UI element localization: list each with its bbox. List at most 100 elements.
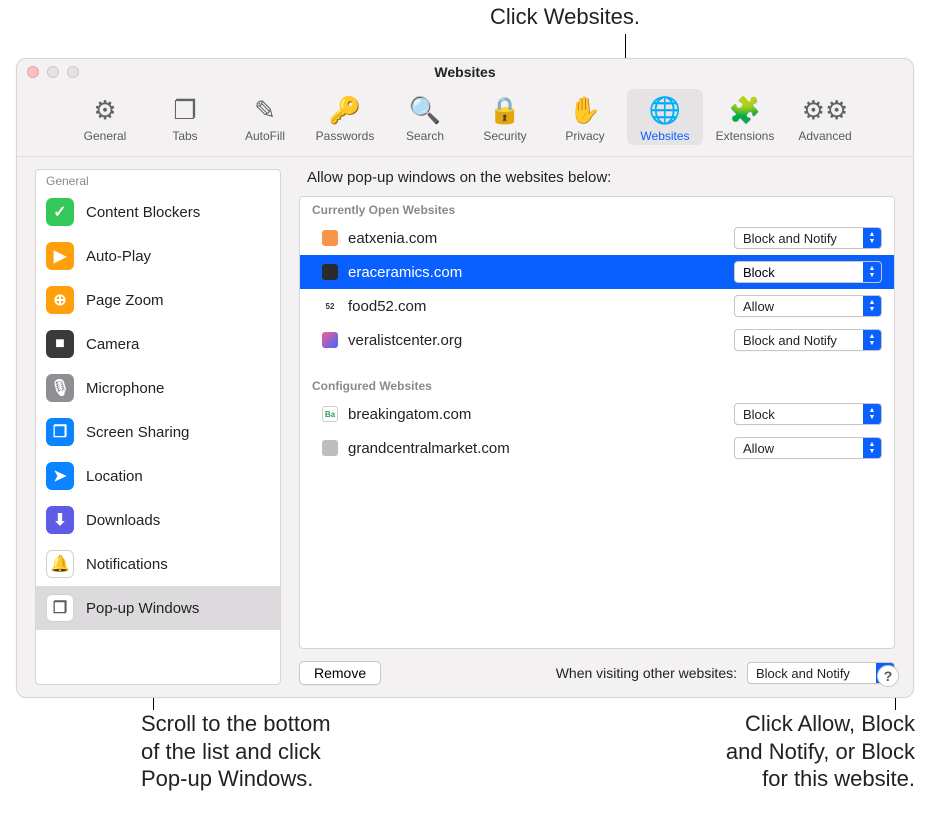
toolbar-tab-passwords[interactable]: 🔑 Passwords [307, 89, 383, 145]
site-name: eatxenia.com [348, 230, 724, 247]
sidebar-item-screen-sharing[interactable]: ❐Screen Sharing [36, 410, 280, 454]
tabs-icon: ❐ [173, 93, 196, 127]
callout-top: Click Websites. [490, 4, 640, 30]
preferences-window: Websites ⚙General❐Tabs✎AutoFill🔑Password… [16, 58, 914, 698]
extensions-icon: 🧩 [729, 93, 761, 127]
sidebar-item-camera[interactable]: ■Camera [36, 322, 280, 366]
favicon [322, 264, 338, 280]
titlebar: Websites [17, 59, 913, 85]
zoom-button[interactable] [67, 66, 79, 78]
group-header: Configured Websites [300, 373, 894, 397]
site-row[interactable]: 52 food52.com Allow▲▼ [300, 289, 894, 323]
chevron-updown-icon: ▲▼ [863, 330, 881, 350]
permission-popup[interactable]: Block and Notify▲▼ [734, 227, 882, 249]
site-name: food52.com [348, 298, 724, 315]
toolbar-tab-label: AutoFill [245, 129, 285, 143]
detail-heading: Allow pop-up windows on the websites bel… [307, 169, 895, 186]
permission-popup[interactable]: Block▲▼ [734, 403, 882, 425]
security-icon: 🔒 [489, 93, 521, 127]
permission-popup[interactable]: Allow▲▼ [734, 437, 882, 459]
site-row[interactable]: grandcentralmarket.com Allow▲▼ [300, 431, 894, 465]
toolbar-tab-tabs[interactable]: ❐ Tabs [147, 89, 223, 145]
settings-sidebar: General ✓Content Blockers ▶ Auto-Play ⊕ Page… [35, 169, 281, 685]
toolbar-tab-label: Tabs [172, 129, 197, 143]
advanced-icon: ⚙⚙ [802, 93, 849, 127]
site-row[interactable]: eatxenia.com Block and Notify▲▼ [300, 221, 894, 255]
site-name: breakingatom.com [348, 406, 724, 423]
sidebar-item-label: Location [86, 468, 143, 485]
sidebar-item-popup-windows[interactable]: ❐ Pop-up Windows [36, 586, 280, 630]
permission-value: Allow [743, 299, 863, 314]
permission-popup[interactable]: Allow▲▼ [734, 295, 882, 317]
toolbar-tab-security[interactable]: 🔒 Security [467, 89, 543, 145]
permission-value: Block [743, 265, 863, 280]
toolbar-tab-label: Advanced [798, 129, 851, 143]
chevron-updown-icon: ▲▼ [863, 228, 881, 248]
content-blockers-icon: ✓ [46, 198, 74, 226]
sidebar-item-label: Auto-Play [86, 248, 151, 265]
permission-value: Block and Notify [743, 231, 863, 246]
site-row[interactable]: veralistcenter.org Block and Notify▲▼ [300, 323, 894, 357]
sidebar-item-label: Notifications [86, 556, 168, 573]
permission-popup[interactable]: Block▲▼ [734, 261, 882, 283]
toolbar-tab-privacy[interactable]: ✋Privacy [547, 89, 623, 145]
toolbar-tab-websites[interactable]: 🌐Websites [627, 89, 703, 145]
site-name: grandcentralmarket.com [348, 440, 724, 457]
sidebar-item-label: Downloads [86, 512, 160, 529]
sidebar-item-content-blockers[interactable]: ✓Content Blockers [36, 190, 280, 234]
toolbar-tab-search[interactable]: 🔍Search [387, 89, 463, 145]
permission-value: Block and Notify [743, 333, 863, 348]
sidebar-item-page-zoom[interactable]: ⊕ Page Zoom [36, 278, 280, 322]
chevron-updown-icon: ▲▼ [863, 404, 881, 424]
site-row[interactable]: Babreakingatom.comBlock▲▼ [300, 397, 894, 431]
preferences-toolbar: ⚙General❐Tabs✎AutoFill🔑Passwords🔍Search🔒… [17, 85, 913, 157]
sidebar-item-auto-play[interactable]: ▶ Auto-Play [36, 234, 280, 278]
screen-sharing-icon: ❐ [46, 418, 74, 446]
page-zoom-icon: ⊕ [46, 286, 74, 314]
callout-bottom-left: Scroll to the bottom of the list and cli… [141, 710, 331, 793]
sidebar-item-label: Microphone [86, 380, 164, 397]
camera-icon: ■ [46, 330, 74, 358]
toolbar-tab-extensions[interactable]: 🧩 Extensions [707, 89, 783, 145]
popup-windows-icon: ❐ [46, 594, 74, 622]
auto-play-icon: ▶ [46, 242, 74, 270]
callout-bottom-right: Click Allow, Block and Notify, or Block … [695, 710, 915, 793]
toolbar-tab-advanced[interactable]: ⚙⚙ Advanced [787, 89, 863, 145]
toolbar-tab-label: Extensions [716, 129, 775, 143]
chevron-updown-icon: ▲▼ [863, 296, 881, 316]
settings-detail: Allow pop-up windows on the websites bel… [299, 169, 895, 685]
sidebar-item-downloads[interactable]: ⬇ Downloads [36, 498, 280, 542]
toolbar-tab-label: Search [406, 129, 444, 143]
chevron-updown-icon: ▲▼ [863, 438, 881, 458]
site-row[interactable]: eraceramics.com Block▲▼ [300, 255, 894, 289]
websites-list: Currently Open Websites eatxenia.com Block… [299, 196, 895, 649]
sidebar-item-label: Pop-up Windows [86, 600, 199, 617]
privacy-icon: ✋ [569, 93, 601, 127]
site-name: veralistcenter.org [348, 332, 724, 349]
toolbar-tab-general[interactable]: ⚙General [67, 89, 143, 145]
sidebar-item-location[interactable]: ➤Location [36, 454, 280, 498]
permission-popup[interactable]: Block and Notify▲▼ [734, 329, 882, 351]
sidebar-item-label: Page Zoom [86, 292, 164, 309]
close-button[interactable] [27, 66, 39, 78]
sidebar-section-header: General [36, 170, 280, 190]
sidebar-item-notifications[interactable]: 🔔Notifications [36, 542, 280, 586]
favicon [322, 440, 338, 456]
downloads-icon: ⬇ [46, 506, 74, 534]
site-name: eraceramics.com [348, 264, 724, 281]
toolbar-tab-label: Websites [640, 129, 689, 143]
toolbar-tab-label: Security [483, 129, 526, 143]
remove-button[interactable]: Remove [299, 661, 381, 685]
passwords-icon: 🔑 [329, 93, 361, 127]
favicon [322, 230, 338, 246]
sidebar-item-microphone[interactable]: 🎙Microphone [36, 366, 280, 410]
window-title: Websites [434, 64, 495, 80]
toolbar-tab-label: Passwords [316, 129, 375, 143]
group-header: Currently Open Websites [300, 197, 894, 221]
minimize-button[interactable] [47, 66, 59, 78]
help-button[interactable]: ? [877, 665, 899, 687]
general-icon: ⚙ [93, 93, 116, 127]
favicon: 52 [322, 298, 338, 314]
toolbar-tab-autofill[interactable]: ✎AutoFill [227, 89, 303, 145]
other-websites-popup[interactable]: Block and Notify ▲▼ [747, 662, 895, 684]
